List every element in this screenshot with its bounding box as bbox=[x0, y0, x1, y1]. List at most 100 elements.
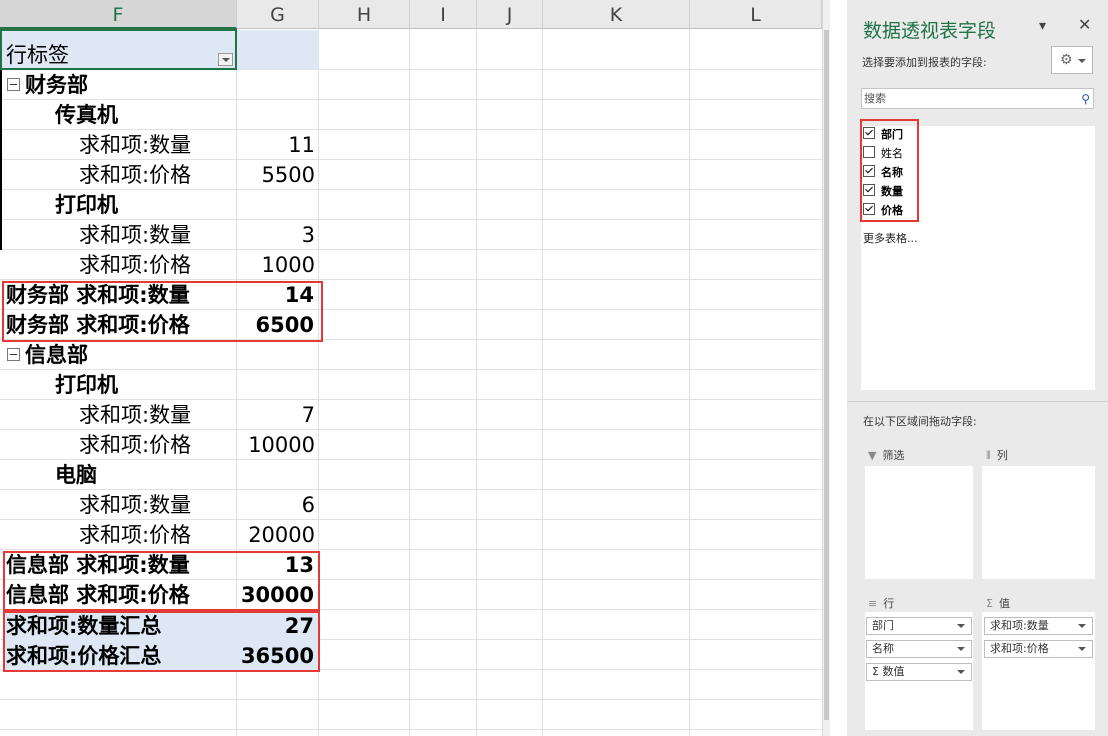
pivot-group-row[interactable]: 信息部 bbox=[7, 340, 88, 369]
column-header-f[interactable]: F bbox=[0, 0, 237, 29]
measure-value: 11 bbox=[288, 133, 315, 157]
pane-options-icon[interactable]: ▾ bbox=[1039, 18, 1046, 34]
chevron-down-icon[interactable] bbox=[957, 647, 965, 651]
measure-value: 6 bbox=[301, 493, 315, 517]
close-icon[interactable]: ✕ bbox=[1078, 15, 1091, 34]
vertical-scrollbar[interactable] bbox=[822, 0, 830, 736]
item-label: 打印机 bbox=[55, 193, 118, 217]
search-icon[interactable]: ⚲ bbox=[1081, 90, 1090, 109]
area-label: 列 bbox=[996, 449, 1008, 462]
subtotal-label: 信息部 求和项:价格 bbox=[6, 583, 190, 607]
filter-area[interactable] bbox=[865, 466, 973, 579]
rows-icon: ≡ bbox=[868, 597, 878, 610]
columns-area-header: ⦀ 列 bbox=[986, 447, 1008, 463]
chip-label: 求和项:价格 bbox=[990, 642, 1049, 655]
drag-fields-label: 在以下区域间拖动字段: bbox=[863, 415, 977, 428]
measure-label: 求和项:数量 bbox=[79, 223, 192, 247]
subtotal-value: 14 bbox=[284, 283, 314, 307]
measure-label: 求和项:数量 bbox=[79, 133, 192, 157]
subtotal-label: 财务部 求和项:数量 bbox=[6, 283, 190, 307]
chip-label: 求和项:数量 bbox=[990, 619, 1049, 632]
gridline bbox=[689, 29, 690, 736]
subtotal-label: 信息部 求和项:数量 bbox=[6, 553, 190, 577]
gridline bbox=[0, 729, 822, 730]
collapse-icon[interactable] bbox=[7, 78, 20, 91]
sigma-icon: Σ bbox=[986, 597, 993, 610]
area-label: 行 bbox=[883, 597, 895, 610]
item-label: 电脑 bbox=[55, 463, 97, 487]
gridline bbox=[542, 29, 543, 736]
spreadsheet-grid[interactable]: F G H I J K L 行标签 财务部 传真机 求和项:数量 11 求和项:… bbox=[0, 0, 830, 736]
grand-total-value: 36500 bbox=[240, 644, 314, 668]
measure-label: 求和项:价格 bbox=[79, 163, 192, 187]
columns-area[interactable] bbox=[982, 466, 1095, 579]
scrollbar-thumb[interactable] bbox=[824, 30, 829, 720]
dept-label: 财务部 bbox=[25, 73, 88, 97]
search-placeholder: 搜索 bbox=[864, 92, 886, 105]
measure-label: 求和项:价格 bbox=[79, 523, 192, 547]
gridline bbox=[409, 29, 410, 736]
pivot-group-row[interactable]: 财务部 bbox=[7, 70, 88, 99]
gridline bbox=[0, 369, 822, 370]
grand-total-value: 27 bbox=[284, 614, 314, 638]
column-header-h[interactable]: H bbox=[319, 0, 410, 29]
measure-value: 3 bbox=[301, 223, 315, 247]
gridline bbox=[0, 189, 822, 190]
chevron-down-icon[interactable] bbox=[1078, 624, 1086, 628]
pane-splitter[interactable] bbox=[847, 401, 1108, 402]
gridline bbox=[318, 29, 319, 736]
area-label: 值 bbox=[998, 597, 1010, 610]
row-labels-header: 行标签 bbox=[6, 43, 69, 67]
filter-area-header: ▼ 筛选 bbox=[868, 447, 904, 463]
column-header-i[interactable]: I bbox=[410, 0, 477, 29]
rows-chip[interactable]: 名称 bbox=[866, 640, 972, 658]
grand-total-label: 求和项:数量汇总 bbox=[6, 614, 162, 638]
subtotal-value: 30000 bbox=[240, 583, 314, 607]
rows-chip[interactable]: 部门 bbox=[866, 617, 972, 635]
values-chip[interactable]: 求和项:数量 bbox=[984, 617, 1093, 635]
measure-label: 求和项:数量 bbox=[79, 403, 192, 427]
gridline bbox=[0, 99, 822, 100]
column-header-g[interactable]: G bbox=[237, 0, 319, 29]
pane-title: 数据透视表字段 bbox=[863, 20, 997, 42]
measure-value: 7 bbox=[301, 403, 315, 427]
measure-label: 求和项:价格 bbox=[79, 433, 192, 457]
gridline bbox=[0, 609, 822, 610]
chevron-down-icon bbox=[1078, 59, 1086, 63]
column-header-k[interactable]: K bbox=[543, 0, 690, 29]
chevron-down-icon[interactable] bbox=[1078, 647, 1086, 651]
measure-label: 求和项:价格 bbox=[79, 253, 192, 277]
area-label: 筛选 bbox=[882, 449, 905, 462]
rows-chip[interactable]: Σ 数值 bbox=[866, 663, 972, 681]
pane-subtitle: 选择要添加到报表的字段: bbox=[862, 56, 987, 69]
gridline bbox=[0, 459, 822, 460]
filter-icon: ▼ bbox=[868, 449, 877, 462]
chip-label: Σ 数值 bbox=[872, 665, 905, 678]
column-header-l[interactable]: L bbox=[690, 0, 822, 29]
rows-area-header: ≡ 行 bbox=[868, 595, 894, 611]
measure-value: 10000 bbox=[248, 433, 315, 457]
item-label: 打印机 bbox=[55, 373, 118, 397]
pivot-border bbox=[0, 70, 2, 250]
item-label: 传真机 bbox=[55, 103, 118, 127]
pivot-field-pane: 数据透视表字段 ▾ ✕ 选择要添加到报表的字段: ⚙ 搜索 ⚲ 部门 姓名 名称… bbox=[847, 0, 1108, 736]
collapse-icon[interactable] bbox=[7, 348, 20, 361]
values-chip[interactable]: 求和项:价格 bbox=[984, 640, 1093, 658]
measure-value: 1000 bbox=[261, 253, 315, 277]
gridline bbox=[0, 699, 822, 700]
gridline bbox=[0, 339, 822, 340]
gridline bbox=[476, 29, 477, 736]
column-header-j[interactable]: J bbox=[477, 0, 543, 29]
columns-icon: ⦀ bbox=[986, 449, 991, 462]
row-labels-filter-button[interactable] bbox=[218, 53, 233, 66]
field-settings-button[interactable]: ⚙ bbox=[1051, 46, 1093, 74]
more-tables-link[interactable]: 更多表格... bbox=[863, 230, 918, 246]
measure-value: 5500 bbox=[261, 163, 315, 187]
values-area-header: Σ值 bbox=[986, 595, 1010, 611]
subtotal-value: 13 bbox=[284, 553, 314, 577]
gear-icon: ⚙ bbox=[1060, 52, 1073, 68]
field-search-input[interactable]: 搜索 ⚲ bbox=[861, 88, 1094, 109]
chevron-down-icon[interactable] bbox=[957, 624, 965, 628]
dept-label: 信息部 bbox=[25, 343, 88, 367]
chevron-down-icon[interactable] bbox=[957, 670, 965, 674]
